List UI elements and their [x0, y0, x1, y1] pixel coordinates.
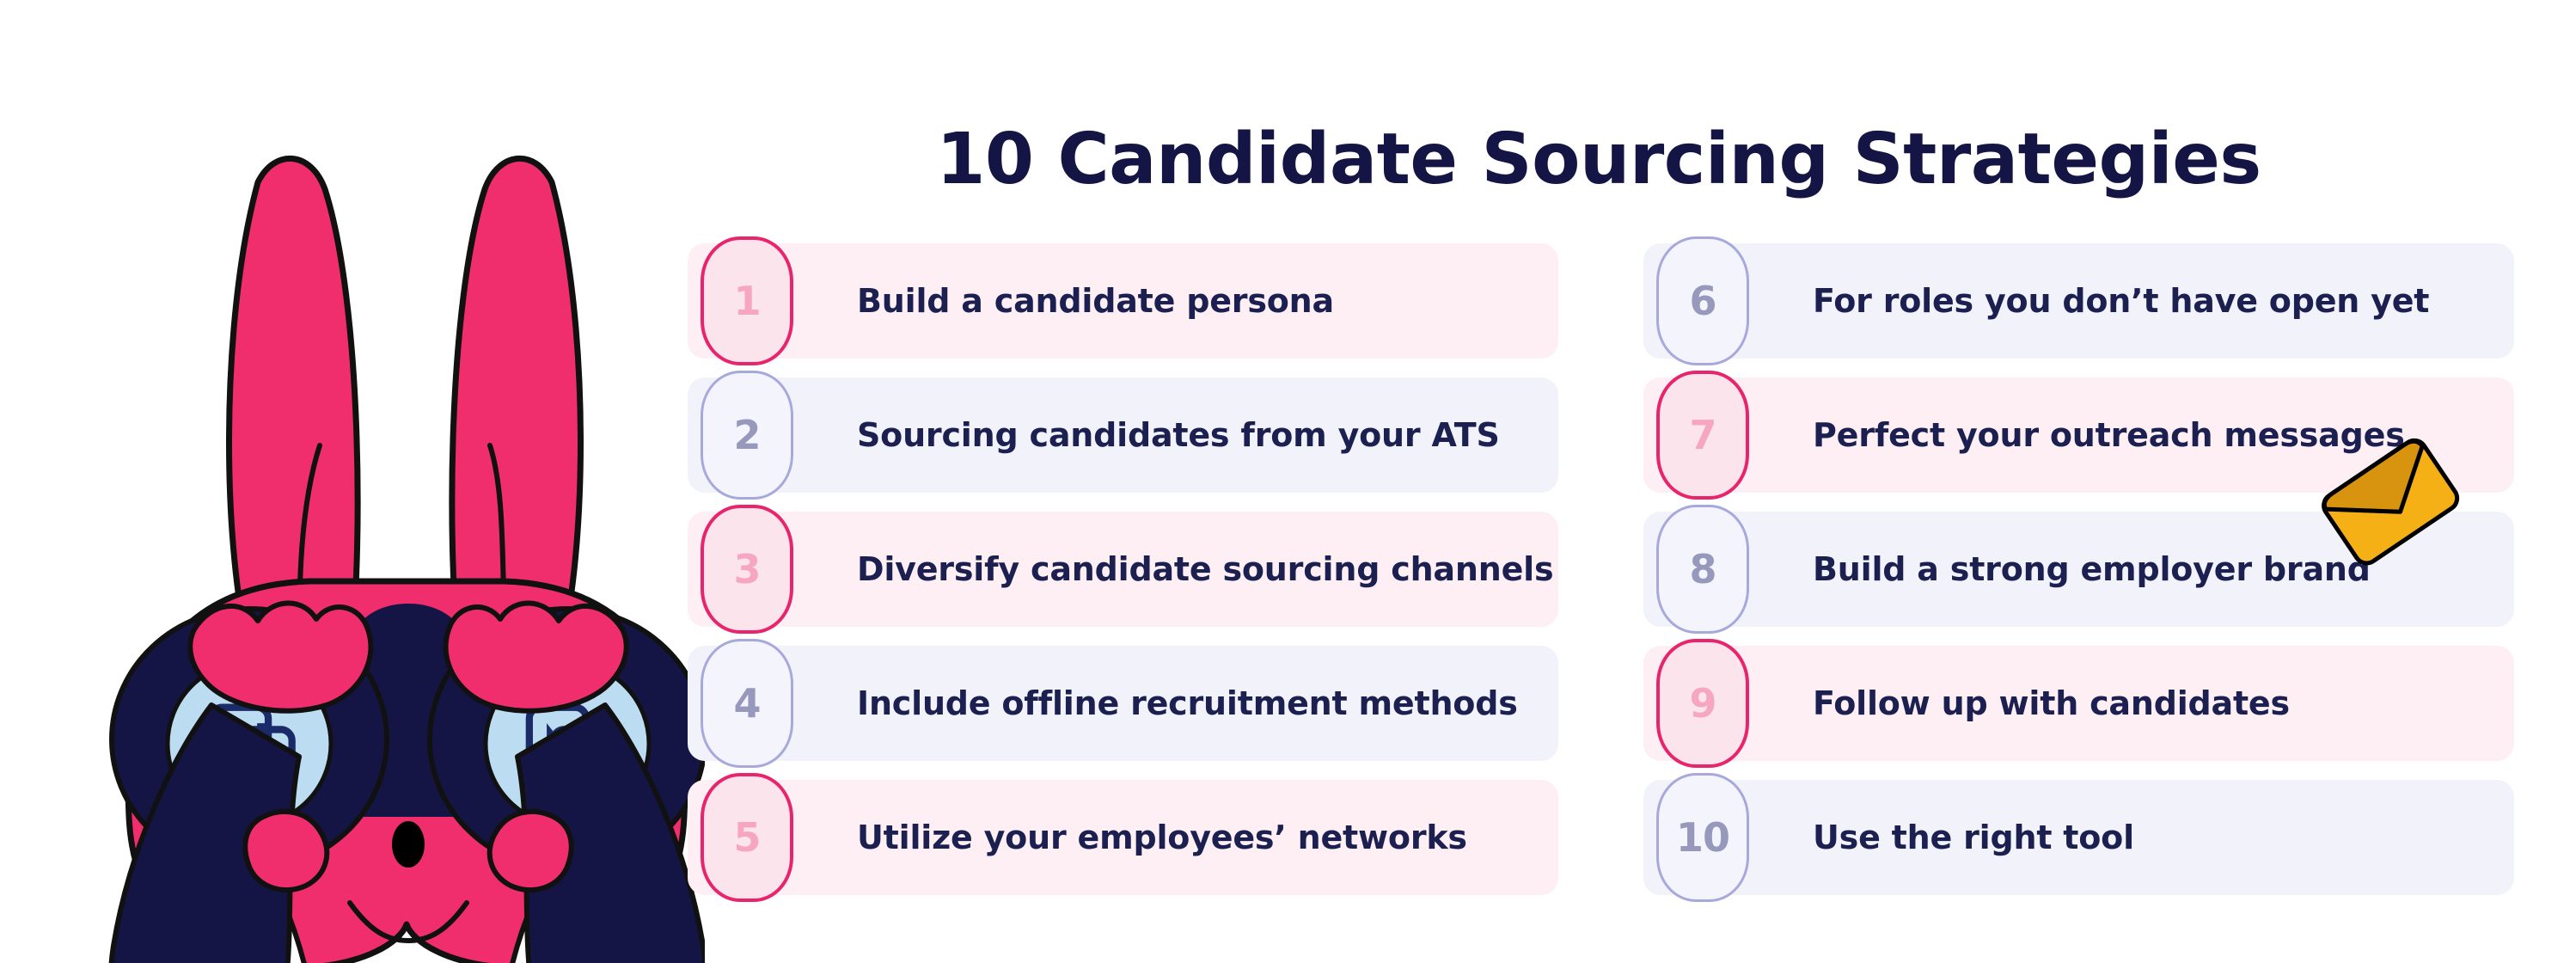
list-item-number-badge: 9	[1656, 639, 1749, 768]
list-item-label: Build a candidate persona	[857, 282, 1334, 320]
list-item-number-badge: 6	[1656, 236, 1749, 365]
list-item-number-badge: 1	[701, 236, 793, 365]
strategy-list: 1 Build a candidate persona 2 Sourcing c…	[688, 236, 2514, 914]
list-item[interactable]: 2 Sourcing candidates from your ATS	[688, 371, 1558, 500]
list-item[interactable]: 1 Build a candidate persona	[688, 236, 1558, 365]
list-item-number-badge: 4	[701, 639, 793, 768]
list-item-label: Utilize your employees’ networks	[857, 819, 1467, 856]
list-item-label: Perfect your outreach messages	[1813, 416, 2405, 454]
mascot-illustration	[108, 156, 705, 963]
list-item-number-badge: 3	[701, 505, 793, 634]
list-item-label: Use the right tool	[1813, 819, 2134, 856]
list-item-number-badge: 2	[701, 371, 793, 500]
list-item[interactable]: 7 Perfect your outreach messages	[1643, 371, 2514, 500]
list-item-number-badge: 10	[1656, 773, 1749, 902]
list-item[interactable]: 9 Follow up with candidates	[1643, 639, 2514, 768]
list-item-label: For roles you don’t have open yet	[1813, 282, 2430, 320]
list-item[interactable]: 8 Build a strong employer brand	[1643, 505, 2514, 634]
list-item[interactable]: 3 Diversify candidate sourcing channels	[688, 505, 1558, 634]
list-item-label: Include offline recruitment methods	[857, 684, 1518, 722]
list-item-number-badge: 7	[1656, 371, 1749, 500]
list-item[interactable]: 5 Utilize your employees’ networks	[688, 773, 1558, 902]
list-item-number-badge: 5	[701, 773, 793, 902]
mascot-nose	[392, 821, 425, 868]
list-item[interactable]: 6 For roles you don’t have open yet	[1643, 236, 2514, 365]
list-item[interactable]: 4 Include offline recruitment methods	[688, 639, 1558, 768]
list-item-label: Follow up with candidates	[1813, 684, 2290, 722]
list-item-label: Diversify candidate sourcing channels	[857, 550, 1554, 588]
list-item[interactable]: 10 Use the right tool	[1643, 773, 2514, 902]
list-item-number-badge: 8	[1656, 505, 1749, 634]
page-title: 10 Candidate Sourcing Strategies	[936, 118, 2261, 200]
list-item-label: Sourcing candidates from your ATS	[857, 416, 1500, 454]
list-item-label: Build a strong employer brand	[1813, 550, 2371, 588]
